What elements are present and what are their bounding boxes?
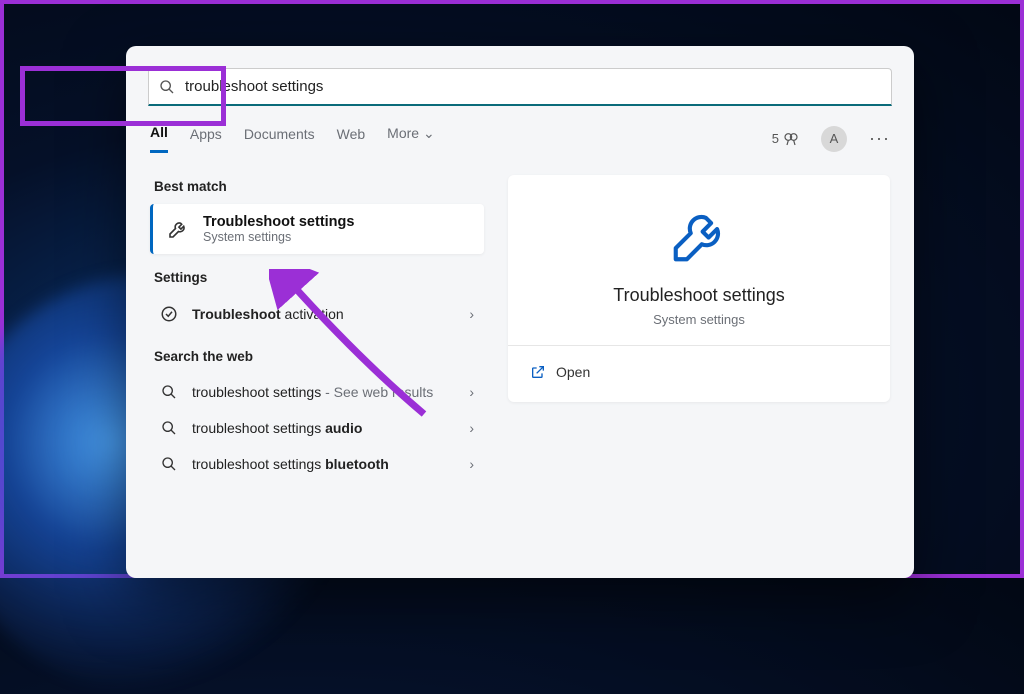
search-icon [158,456,180,472]
detail-title: Troubleshoot settings [528,285,870,306]
search-input[interactable]: troubleshoot settings [148,68,892,106]
user-avatar[interactable]: A [821,126,847,152]
settings-result-activation[interactable]: Troubleshoot activation › [150,295,484,333]
tab-web[interactable]: Web [337,126,366,152]
chevron-right-icon: › [469,306,474,322]
overflow-menu[interactable]: ··· [869,128,890,149]
rewards-indicator[interactable]: 5 [772,131,799,147]
web-result-3[interactable]: troubleshoot settings bluetooth › [150,446,484,482]
tab-apps[interactable]: Apps [190,126,222,152]
searchbar-container: troubleshoot settings [148,68,892,106]
web-result-1-label: troubleshoot settings - See web results [192,384,433,400]
start-search-panel: troubleshoot settings All Apps Documents… [126,46,914,578]
detail-subtitle: System settings [528,312,870,327]
wrench-icon-large [528,205,870,267]
filter-tabs: All Apps Documents Web More ⌄ 5 A ··· [126,106,914,153]
web-result-3-label: troubleshoot settings bluetooth [192,456,389,472]
open-action[interactable]: Open [528,356,870,388]
best-match-title: Troubleshoot settings [203,214,354,230]
rewards-count: 5 [772,131,779,146]
chevron-right-icon: › [469,456,474,472]
search-query-text: troubleshoot settings [185,78,323,95]
detail-card: Troubleshoot settings System settings Op… [508,175,890,402]
checkmark-circle-icon [158,305,180,323]
chevron-down-icon: ⌄ [423,125,435,141]
tab-more-label: More [387,125,419,141]
external-link-icon [530,364,546,380]
chevron-right-icon: › [469,420,474,436]
section-best-match: Best match [154,179,480,194]
settings-result-label: Troubleshoot activation [192,306,344,322]
tab-all[interactable]: All [150,124,168,153]
results-column: Best match Troubleshoot settings System … [126,163,496,565]
divider [508,345,890,346]
open-label: Open [556,364,590,380]
web-result-2-label: troubleshoot settings audio [192,420,362,436]
chevron-right-icon: › [469,384,474,400]
section-search-web: Search the web [154,349,480,364]
search-icon [158,420,180,436]
web-result-1[interactable]: troubleshoot settings - See web results … [150,374,484,410]
search-icon [158,384,180,400]
tab-more[interactable]: More ⌄ [387,125,435,152]
detail-column: Troubleshoot settings System settings Op… [496,163,914,565]
search-icon [159,79,175,95]
best-match-result[interactable]: Troubleshoot settings System settings [150,204,484,254]
web-result-2[interactable]: troubleshoot settings audio › [150,410,484,446]
medal-icon [783,131,799,147]
wrench-icon [165,216,191,242]
best-match-subtitle: System settings [203,230,354,244]
section-settings: Settings [154,270,480,285]
tab-documents[interactable]: Documents [244,126,315,152]
